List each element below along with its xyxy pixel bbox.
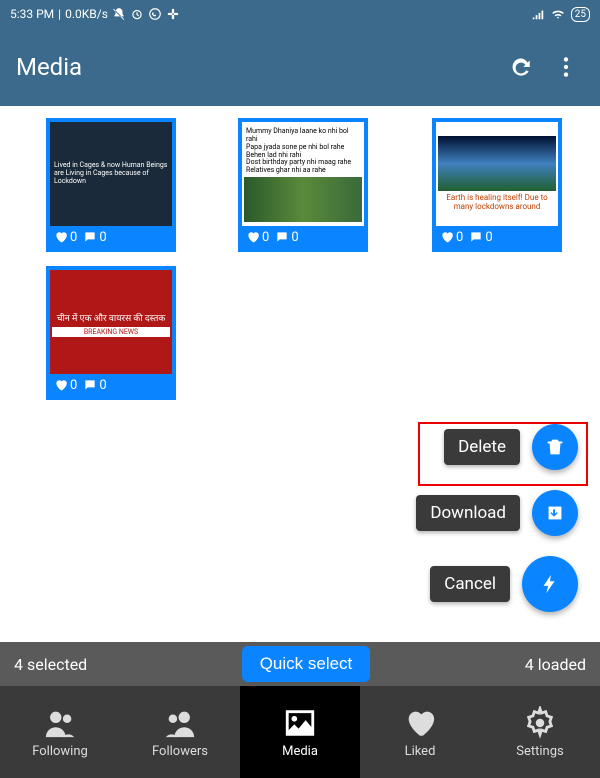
loaded-count: 4 loaded	[525, 655, 586, 674]
battery-indicator: 25	[571, 7, 590, 22]
nav-label: Media	[282, 744, 318, 759]
page-title: Media	[16, 53, 492, 81]
main-fab-button[interactable]	[522, 556, 578, 612]
liked-icon	[403, 706, 437, 740]
cancel-label: Cancel	[430, 566, 510, 602]
lightning-icon	[539, 573, 561, 595]
media-icon	[283, 706, 317, 740]
download-button[interactable]	[532, 490, 578, 536]
followers-icon	[163, 706, 197, 740]
app-bar: Media	[0, 28, 600, 106]
selected-count: 4 selected	[14, 655, 87, 674]
bottom-nav: Following Followers Media Liked Settings	[0, 686, 600, 778]
download-icon	[544, 502, 566, 524]
comment-icon	[469, 230, 483, 244]
nav-label: Followers	[152, 744, 208, 759]
status-time: 5:33 PM	[10, 7, 54, 21]
notification-muted-icon	[112, 7, 126, 21]
heart-icon	[54, 378, 68, 392]
nav-label: Settings	[516, 744, 563, 759]
media-item[interactable]: चीन में एक और वायरस की दस्तकBREAKING NEW…	[46, 266, 176, 400]
nav-media[interactable]: Media	[240, 686, 360, 778]
media-stats: 0 0	[50, 226, 172, 248]
nav-settings[interactable]: Settings	[480, 686, 600, 778]
heart-icon	[440, 230, 454, 244]
comment-icon	[275, 230, 289, 244]
comment-icon	[83, 378, 97, 392]
nav-label: Liked	[405, 744, 436, 759]
download-label: Download	[416, 495, 520, 531]
heart-icon	[54, 230, 68, 244]
status-net-speed: 0.0KB/s	[65, 7, 108, 21]
action-menu: Delete Download Cancel	[416, 424, 578, 612]
heart-icon	[246, 230, 260, 244]
nav-followers[interactable]: Followers	[120, 686, 240, 778]
more-menu-button[interactable]	[548, 49, 584, 85]
media-thumbnail: चीन में एक और वायरस की दस्तकBREAKING NEW…	[50, 270, 172, 374]
alarm-icon	[130, 7, 144, 21]
signal-icon	[531, 7, 545, 21]
nav-label: Following	[32, 744, 88, 759]
slack-icon	[166, 7, 180, 21]
delete-button[interactable]	[532, 424, 578, 470]
media-grid: Lived in Cages & now Human Beings are Li…	[0, 106, 600, 642]
delete-label: Delete	[444, 429, 520, 465]
media-stats: 0 0	[436, 226, 558, 248]
media-item[interactable]: Earth is healing itself! Due to many loc…	[432, 118, 562, 252]
media-item[interactable]: Lived in Cages & now Human Beings are Li…	[46, 118, 176, 252]
media-stats: 0 0	[50, 374, 172, 396]
media-thumbnail: Lived in Cages & now Human Beings are Li…	[50, 122, 172, 226]
nav-liked[interactable]: Liked	[360, 686, 480, 778]
status-bar: 5:33 PM | 0.0KB/s 25	[0, 0, 600, 28]
following-icon	[43, 706, 77, 740]
wifi-icon	[551, 7, 565, 21]
media-thumbnail: Mummy Dhaniya laane ko nhi bol rahi Papa…	[242, 122, 364, 226]
whatsapp-icon	[148, 7, 162, 21]
media-stats: 0 0	[242, 226, 364, 248]
refresh-button[interactable]	[502, 49, 538, 85]
nav-following[interactable]: Following	[0, 686, 120, 778]
selection-bar: 4 selected Quick select 4 loaded	[0, 642, 600, 686]
trash-icon	[544, 436, 566, 458]
media-item[interactable]: Mummy Dhaniya laane ko nhi bol rahi Papa…	[238, 118, 368, 252]
comment-icon	[83, 230, 97, 244]
media-thumbnail: Earth is healing itself! Due to many loc…	[436, 122, 558, 226]
quick-select-button[interactable]: Quick select	[242, 646, 371, 682]
settings-icon	[523, 706, 557, 740]
